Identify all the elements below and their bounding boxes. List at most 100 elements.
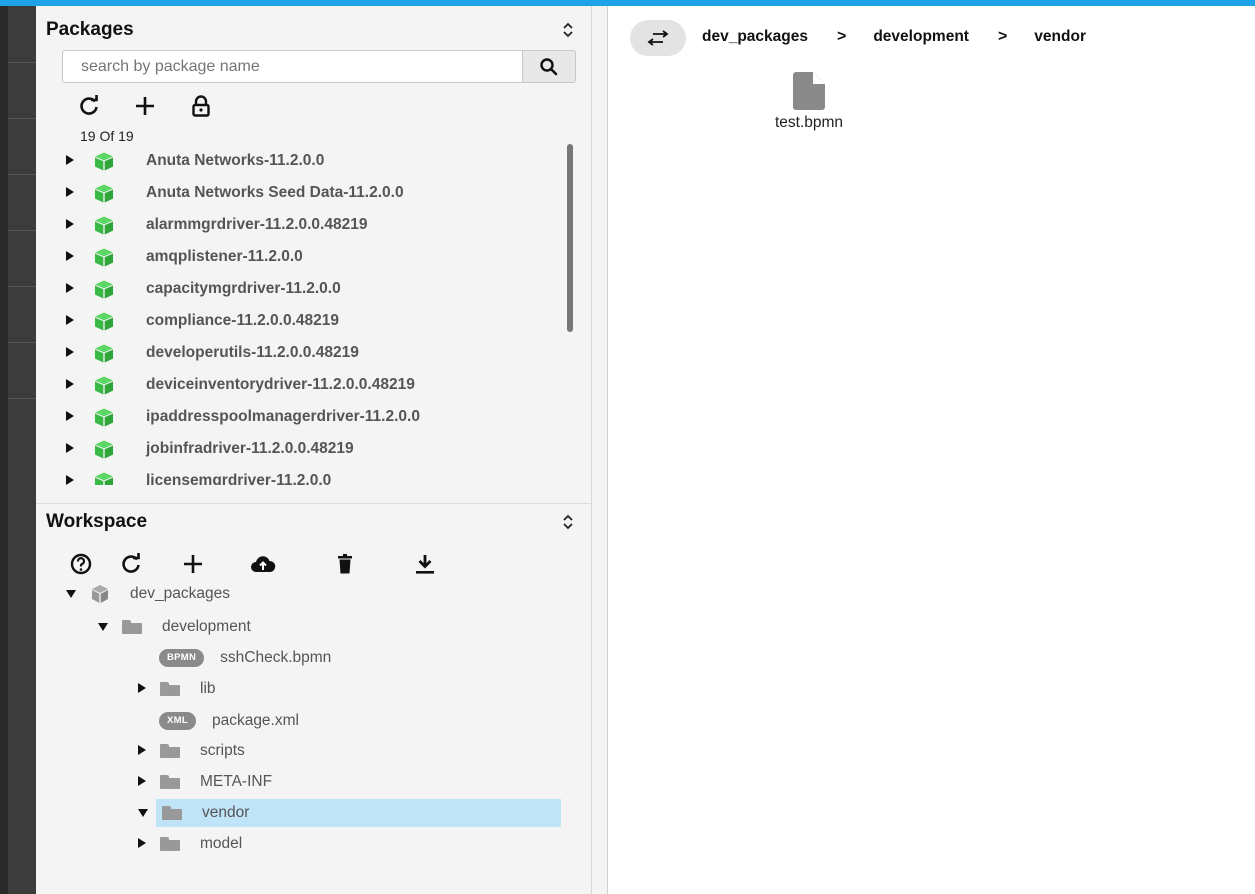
collapse-toggle-icon[interactable] <box>560 511 576 533</box>
package-row[interactable]: developerutils-11.2.0.0.48219 <box>36 337 576 369</box>
delete-button[interactable] <box>330 549 360 579</box>
bpmn-badge: BPMN <box>159 649 205 667</box>
tree-label: lib <box>200 680 216 697</box>
swap-view-button[interactable] <box>630 20 686 56</box>
caret-right-icon[interactable] <box>66 440 74 458</box>
caret-down-icon[interactable] <box>66 585 76 603</box>
tree-node-lib[interactable]: lib <box>138 674 216 704</box>
package-label: developerutils-11.2.0.0.48219 <box>146 344 359 361</box>
breadcrumb-item[interactable]: dev_packages <box>702 28 808 46</box>
package-search-input[interactable] <box>62 50 522 83</box>
package-row[interactable]: alarmmgrdriver-11.2.0.0.48219 <box>36 209 576 241</box>
help-button[interactable] <box>66 549 96 579</box>
workspace-header: Workspace <box>36 504 592 540</box>
tree-label: dev_packages <box>130 585 230 602</box>
folder-icon <box>160 682 180 696</box>
package-cube-icon <box>94 440 114 464</box>
tree-node-development[interactable]: development <box>98 612 251 642</box>
download-button[interactable] <box>410 549 440 579</box>
folder-icon <box>160 837 180 851</box>
breadcrumb-separator: > <box>837 28 847 45</box>
package-row[interactable]: compliance-11.2.0.0.48219 <box>36 305 576 337</box>
add-package-button[interactable] <box>130 91 160 121</box>
caret-right-icon[interactable] <box>138 742 146 760</box>
package-row[interactable]: Anuta Networks-11.2.0.0 <box>36 145 576 177</box>
refresh-icon <box>80 95 98 115</box>
tree-node-model[interactable]: model <box>138 829 242 859</box>
caret-right-icon[interactable] <box>66 376 74 394</box>
package-cube-icon <box>94 344 114 368</box>
search-button[interactable] <box>522 50 576 83</box>
lock-icon <box>192 95 210 117</box>
rail-separator <box>8 398 36 399</box>
refresh-button[interactable] <box>116 549 146 579</box>
tree-node-sshcheck[interactable]: BPMN sshCheck.bpmn <box>159 643 331 673</box>
rail-separator <box>8 174 36 175</box>
breadcrumb-item[interactable]: development <box>873 28 969 46</box>
caret-right-icon[interactable] <box>66 216 74 234</box>
tree-node-package-xml[interactable]: XML package.xml <box>159 706 299 736</box>
caret-right-icon[interactable] <box>66 184 74 202</box>
file-browser: dev_packages > development > vendor test… <box>609 6 1255 894</box>
package-cube-icon <box>94 472 114 485</box>
caret-right-icon[interactable] <box>66 152 74 170</box>
caret-right-icon[interactable] <box>66 344 74 362</box>
package-row[interactable]: capacitymgrdriver-11.2.0.0 <box>36 273 576 305</box>
tree-label: development <box>162 618 251 635</box>
package-label: ipaddresspoolmanagerdriver-11.2.0.0 <box>146 408 420 425</box>
breadcrumb-separator: > <box>997 28 1008 45</box>
tree-node-scripts[interactable]: scripts <box>138 736 245 766</box>
add-button[interactable] <box>178 549 208 579</box>
package-row[interactable]: jobinfradriver-11.2.0.0.48219 <box>36 433 576 465</box>
swap-arrows-icon <box>647 30 669 46</box>
caret-right-icon[interactable] <box>66 280 74 298</box>
package-list-scrollbar[interactable] <box>567 144 573 332</box>
package-row[interactable]: ipaddresspoolmanagerdriver-11.2.0.0 <box>36 401 576 433</box>
rail-separator <box>8 286 36 287</box>
caret-right-icon[interactable] <box>66 248 74 266</box>
package-cube-icon <box>94 216 114 240</box>
package-cube-icon <box>94 312 114 336</box>
caret-right-icon[interactable] <box>138 680 146 698</box>
upload-button[interactable] <box>248 549 278 579</box>
folder-icon <box>160 744 180 758</box>
package-label: deviceinventorydriver-11.2.0.0.48219 <box>146 376 415 393</box>
caret-down-icon[interactable] <box>138 804 148 822</box>
caret-right-icon[interactable] <box>66 408 74 426</box>
search-icon <box>540 57 558 75</box>
xml-badge: XML <box>159 712 196 730</box>
collapse-toggle-icon[interactable] <box>560 19 576 41</box>
tree-node-meta-inf[interactable]: META-INF <box>138 767 272 797</box>
lock-button[interactable] <box>186 91 216 121</box>
caret-right-icon[interactable] <box>138 835 146 853</box>
tree-label: model <box>200 835 243 852</box>
package-label: compliance-11.2.0.0.48219 <box>146 312 340 329</box>
workspace-toolbar <box>66 549 466 579</box>
package-row[interactable]: deviceinventorydriver-11.2.0.0.48219 <box>36 369 576 401</box>
caret-right-icon[interactable] <box>66 312 74 330</box>
package-cube-icon <box>94 152 114 176</box>
rail-separator <box>8 230 36 231</box>
caret-right-icon[interactable] <box>138 773 146 791</box>
caret-right-icon[interactable] <box>66 472 74 485</box>
breadcrumb-item[interactable]: vendor <box>1034 28 1086 46</box>
file-item[interactable]: test.bpmn <box>759 72 859 132</box>
package-row[interactable]: licensemgrdriver-11.2.0.0 <box>36 465 576 485</box>
package-row[interactable]: Anuta Networks Seed Data-11.2.0.0 <box>36 177 576 209</box>
tree-node-vendor[interactable]: vendor <box>138 798 249 828</box>
tree-node-dev-packages[interactable]: dev_packages <box>66 579 230 609</box>
refresh-button[interactable] <box>74 91 104 121</box>
package-cube-icon <box>94 184 114 208</box>
package-label: alarmmgrdriver-11.2.0.0.48219 <box>146 216 368 233</box>
tree-label: META-INF <box>200 773 273 790</box>
caret-down-icon[interactable] <box>98 618 108 636</box>
panel-splitter[interactable] <box>592 6 608 894</box>
help-icon <box>70 553 92 575</box>
tree-label: sshCheck.bpmn <box>220 649 332 666</box>
left-nav-rail <box>0 6 36 894</box>
package-row[interactable]: amqplistener-11.2.0.0 <box>36 241 576 273</box>
file-name: test.bpmn <box>774 114 844 131</box>
package-list: Anuta Networks-11.2.0.0 Anuta Networks Se… <box>36 145 576 485</box>
package-cube-icon <box>94 248 114 272</box>
packages-title: Packages <box>46 19 134 40</box>
